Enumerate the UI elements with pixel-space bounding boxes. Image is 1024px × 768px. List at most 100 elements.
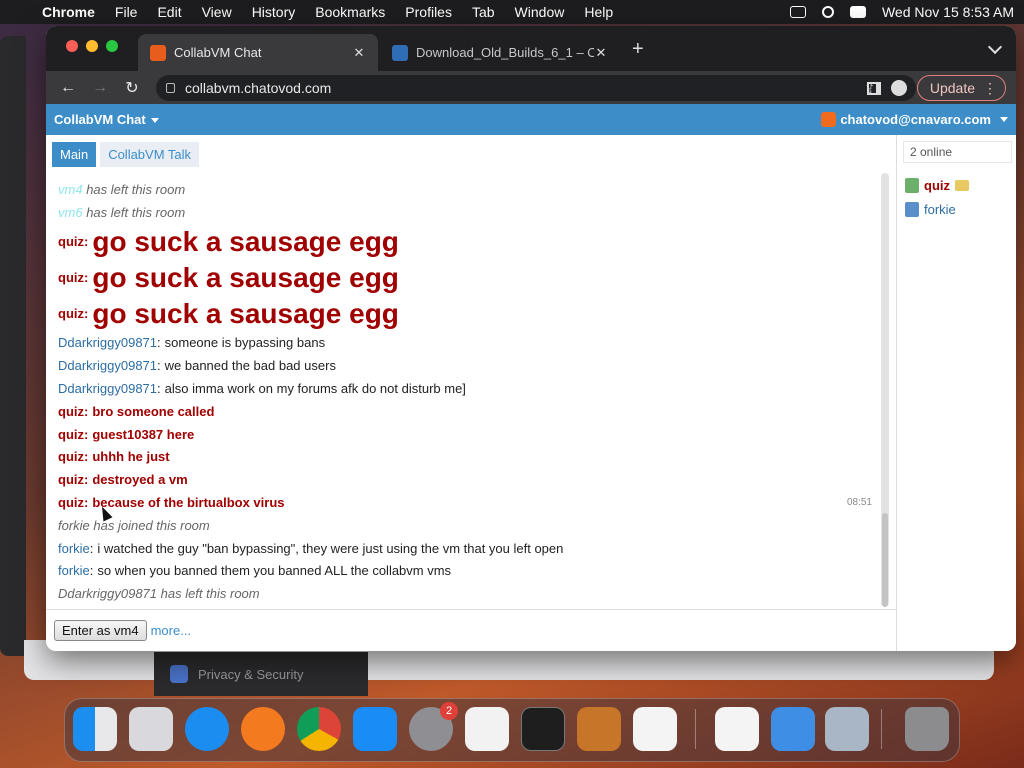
list-item: quiz: go suck a sausage egg [58, 296, 878, 332]
side-panel-icon[interactable] [866, 81, 881, 95]
menu-help[interactable]: Help [584, 4, 613, 20]
message-nick[interactable]: quiz [58, 404, 84, 419]
chat-footer: Enter as vm4 more... [46, 609, 896, 651]
message-nick[interactable]: Ddarkriggy09871 [58, 358, 157, 373]
menu-tab[interactable]: Tab [472, 4, 495, 20]
message-nick[interactable]: quiz [58, 234, 84, 249]
close-window-button[interactable] [66, 40, 78, 52]
tab-main[interactable]: Main [52, 142, 97, 167]
browser-tab-download[interactable]: Download_Old_Builds_6_1 – O ✕ [380, 34, 620, 71]
weather-icon[interactable] [771, 707, 815, 751]
address-bar[interactable]: collabvm.chatovod.com ⇪ ☆ [156, 75, 916, 101]
message-nick[interactable]: Ddarkriggy09871 [58, 381, 157, 396]
message-list: vm4 has left this room vm6 has left this… [58, 178, 878, 605]
notification-badge: 2 [440, 702, 458, 720]
menu-profiles[interactable]: Profiles [405, 4, 452, 20]
message-nick[interactable]: Ddarkriggy09871 [58, 335, 157, 350]
screen-mirroring-icon[interactable] [789, 6, 806, 18]
spotlight-icon[interactable] [821, 6, 834, 18]
chat-main: Main CollabVM Talk vm4 has left this roo… [46, 135, 896, 609]
message-nick[interactable]: vm6 [58, 205, 83, 220]
dock-divider [881, 709, 882, 749]
user-item-quiz[interactable]: quiz [905, 173, 1016, 197]
message-colon: : [84, 449, 89, 465]
site-header: CollabVM Chat chatovod@cnavaro.com [46, 104, 1016, 135]
menu-view[interactable]: View [202, 4, 232, 20]
menu-window[interactable]: Window [515, 4, 565, 20]
window-controls [66, 40, 118, 52]
minimize-window-button[interactable] [86, 40, 98, 52]
tab-title: CollabVM Chat [174, 45, 262, 60]
finder-icon[interactable] [73, 707, 117, 751]
menu-bookmarks[interactable]: Bookmarks [315, 4, 385, 20]
update-button[interactable]: Update ⋮ [916, 75, 1006, 101]
list-item: Ddarkriggy09871: we banned the bad bad us… [58, 354, 878, 377]
more-menu-icon[interactable]: ⋮ [983, 80, 997, 97]
list-item: quiz: because of the birtualbox virus 08:… [58, 491, 878, 514]
message-colon: : [84, 270, 89, 286]
user-item-forkie[interactable]: forkie [905, 197, 1016, 221]
user-name[interactable]: forkie [924, 202, 956, 217]
message-nick[interactable]: quiz [58, 270, 84, 285]
trash-icon[interactable] [905, 707, 949, 751]
browser-tab-collabvm[interactable]: CollabVM Chat ✕ [138, 34, 378, 71]
launchpad-icon[interactable] [129, 707, 173, 751]
user-name[interactable]: quiz [924, 178, 950, 193]
garageband-icon[interactable] [577, 707, 621, 751]
virtualbox-icon[interactable] [825, 707, 869, 751]
tab-search-chevron-icon[interactable] [987, 39, 1003, 55]
enter-chat-button[interactable]: Enter as vm4 [54, 620, 147, 641]
safari-icon[interactable] [185, 707, 229, 751]
message-nick[interactable]: quiz [58, 449, 84, 464]
message-nick[interactable]: quiz [58, 472, 84, 487]
textedit-icon[interactable] [465, 707, 509, 751]
site-title-menu[interactable]: CollabVM Chat [54, 112, 159, 127]
dock-divider [695, 709, 696, 749]
menu-file[interactable]: File [115, 4, 138, 20]
message-text: because of the birtualbox virus [92, 495, 285, 511]
privacy-label: Privacy & Security [198, 666, 304, 682]
app-store-icon[interactable] [353, 707, 397, 751]
back-button[interactable]: ← [58, 78, 78, 98]
message-nick[interactable]: quiz [58, 495, 84, 510]
message-text: forkie has joined this room [58, 517, 210, 533]
vscode-icon[interactable] [633, 707, 677, 751]
message-text: has left this room [86, 204, 186, 220]
profile-icon[interactable] [890, 80, 907, 96]
visual-studio-icon[interactable] [715, 707, 759, 751]
message-nick[interactable]: forkie [58, 563, 90, 578]
menu-edit[interactable]: Edit [157, 4, 181, 20]
list-item: quiz: destroyed a vm [58, 468, 878, 491]
tab-collabvm-talk[interactable]: CollabVM Talk [100, 142, 200, 167]
scrollbar-thumb[interactable] [882, 513, 888, 607]
message-nick[interactable]: forkie [58, 541, 90, 556]
account-menu[interactable]: chatovod@cnavaro.com [821, 112, 1008, 127]
firefox-icon[interactable] [241, 707, 285, 751]
browser-toolbar: ← → ↻ collabvm.chatovod.com ⇪ ☆ Update ⋮ [46, 71, 1016, 104]
chrome-icon[interactable] [297, 707, 341, 751]
control-center-icon[interactable] [849, 6, 866, 18]
menu-clock[interactable]: Wed Nov 15 8:53 AM [882, 4, 1014, 20]
close-tab-icon[interactable]: ✕ [594, 45, 608, 61]
collabvm-favicon-icon [150, 44, 166, 61]
message-colon: : [84, 403, 89, 419]
message-timestamp: 08:51 [846, 497, 872, 509]
user-avatar-icon [905, 177, 919, 193]
message-nick[interactable]: quiz [58, 427, 84, 442]
lock-icon[interactable] [166, 83, 175, 93]
menu-history[interactable]: History [252, 4, 296, 20]
reload-button[interactable]: ↻ [122, 78, 142, 98]
menu-app[interactable]: Chrome [42, 4, 95, 20]
close-tab-icon[interactable]: ✕ [352, 45, 366, 61]
message-nick[interactable]: vm4 [58, 182, 83, 197]
more-link[interactable]: more... [151, 623, 191, 638]
message-text: we banned the bad bad users [164, 358, 336, 374]
zoom-window-button[interactable] [106, 40, 118, 52]
message-nick[interactable]: quiz [58, 306, 84, 321]
list-item: quiz: guest10387 here [58, 423, 878, 446]
terminal-icon[interactable] [521, 707, 565, 751]
list-item: quiz: uhhh he just [58, 446, 878, 469]
message-scrollbar[interactable] [881, 173, 889, 607]
new-tab-button[interactable]: + [632, 39, 644, 59]
forward-button[interactable]: → [90, 78, 110, 98]
